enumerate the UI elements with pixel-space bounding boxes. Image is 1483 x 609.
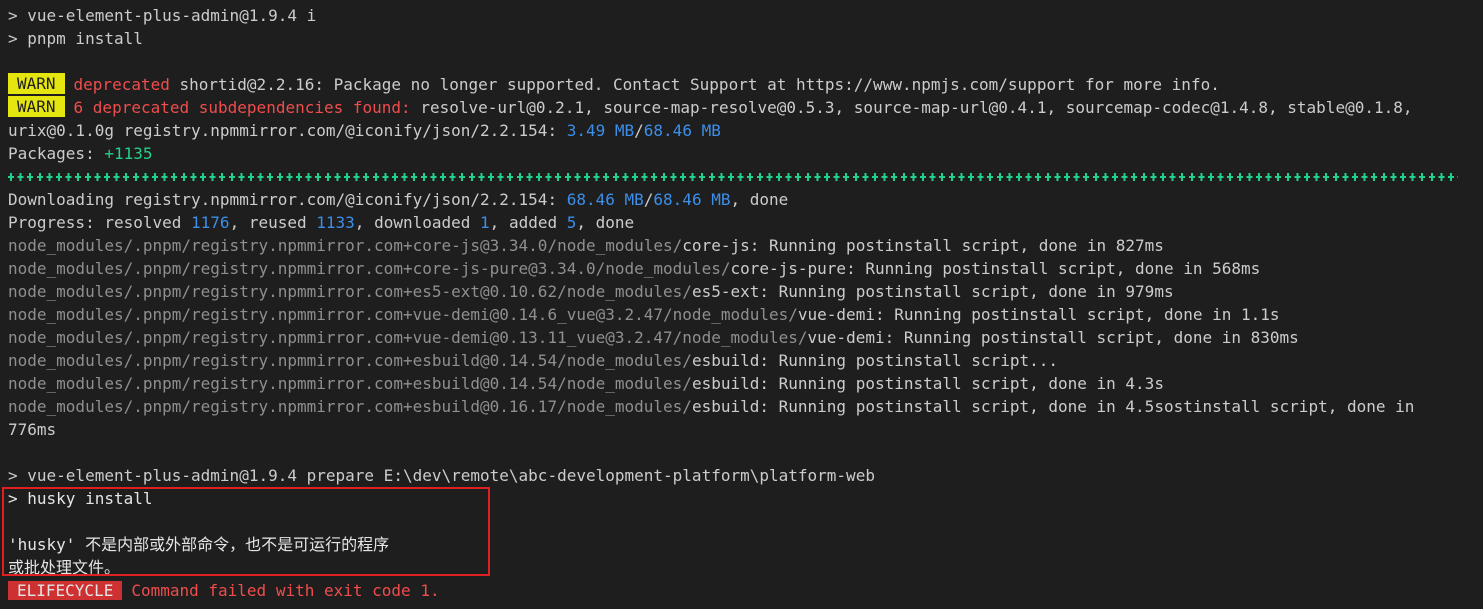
postinstall-line: node_modules/.pnpm/registry.npmmirror.co… (8, 257, 1260, 280)
postinstall-line: node_modules/.pnpm/registry.npmmirror.co… (8, 372, 1164, 395)
downloading-line: Downloading registry.npmmirror.com/@icon… (8, 188, 788, 211)
reused-count: 1133 (316, 213, 355, 232)
postinstall-status: esbuild: Running postinstall script, don… (691, 374, 1164, 393)
terminal-output[interactable]: > vue-element-plus-admin@1.9.4 i > pnpm … (0, 0, 1483, 609)
total-size: 68.46 MB (643, 121, 721, 140)
module-path: node_modules/.pnpm/registry.npmmirror.co… (8, 259, 731, 278)
progress-line: Progress: resolved 1176, reused 1133, do… (8, 211, 634, 234)
progress-text: , downloaded (354, 213, 481, 232)
postinstall-line: node_modules/.pnpm/registry.npmmirror.co… (8, 303, 1280, 326)
elifecycle-message: Command failed with exit code 1. (131, 581, 440, 600)
module-path: node_modules/.pnpm/registry.npmmirror.co… (8, 351, 692, 370)
postinstall-line: node_modules/.pnpm/registry.npmmirror.co… (8, 280, 1174, 303)
progress-text: , done (576, 213, 635, 232)
postinstall-line: node_modules/.pnpm/registry.npmmirror.co… (8, 326, 1299, 349)
postinstall-line: node_modules/.pnpm/registry.npmmirror.co… (8, 234, 1164, 257)
packages-count: +1135 (104, 144, 153, 163)
elifecycle-line: ELIFECYCLE Command failed with exit code … (8, 579, 440, 602)
deprecated-label: deprecated (73, 75, 170, 94)
progress-text: , added (489, 213, 567, 232)
postinstall-status: es5-ext: Running postinstall script, don… (691, 282, 1174, 301)
downloading-suffix: , done (730, 190, 789, 209)
elifecycle-badge: ELIFECYCLE (8, 581, 123, 600)
downloading-size: 68.46 MB (566, 190, 644, 209)
progress-text: Progress: resolved (8, 213, 192, 232)
error-highlight-box (2, 487, 490, 576)
module-path: node_modules/.pnpm/registry.npmmirror.co… (8, 236, 683, 255)
module-path: node_modules/.pnpm/registry.npmmirror.co… (8, 328, 808, 347)
postinstall-status: esbuild: Running postinstall script... (691, 351, 1058, 370)
postinstall-status: vue-demi: Running postinstall script, do… (797, 305, 1280, 324)
warn-line-2: WARN 6 deprecated subdependencies found: … (8, 96, 1413, 119)
warn-text-1: shortid@2.2.16: Package no longer suppor… (169, 75, 1220, 94)
subdeps-label: 6 deprecated subdependencies found: (73, 98, 411, 117)
resolved-count: 1176 (191, 213, 230, 232)
module-path: node_modules/.pnpm/registry.npmmirror.co… (8, 397, 692, 416)
packages-label: Packages: (8, 144, 105, 163)
downloaded-count: 1 (480, 213, 490, 232)
warn-badge: WARN (8, 96, 65, 117)
iconify-progress-prefix: urix@0.1.0g registry.npmmirror.com/@icon… (8, 121, 567, 140)
warn-text-2: resolve-url@0.2.1, source-map-resolve@0.… (410, 98, 1413, 117)
postinstall-status: core-js-pure: Running postinstall script… (730, 259, 1261, 278)
command-line-1: > vue-element-plus-admin@1.9.4 i (8, 6, 317, 25)
module-path: node_modules/.pnpm/registry.npmmirror.co… (8, 374, 692, 393)
downloaded-size: 3.49 MB (566, 121, 635, 140)
packages-line: Packages: +1135 (8, 142, 153, 165)
downloading-prefix: Downloading registry.npmmirror.com/@icon… (8, 190, 567, 209)
command-line-2: > pnpm install (8, 29, 143, 48)
size-separator: / (643, 190, 654, 209)
added-count: 5 (566, 213, 577, 232)
downloading-total: 68.46 MB (653, 190, 731, 209)
postinstall-line: node_modules/.pnpm/registry.npmmirror.co… (8, 395, 1414, 418)
postinstall-status: core-js: Running postinstall script, don… (682, 236, 1164, 255)
install-progress-bar (8, 173, 1458, 181)
prepare-command-line: > vue-element-plus-admin@1.9.4 prepare E… (8, 466, 875, 485)
postinstall-status: vue-demi: Running postinstall script, do… (807, 328, 1299, 347)
module-path: node_modules/.pnpm/registry.npmmirror.co… (8, 282, 692, 301)
progress-text: , reused (229, 213, 317, 232)
module-path: node_modules/.pnpm/registry.npmmirror.co… (8, 305, 798, 324)
size-separator: / (634, 121, 644, 140)
warn-badge: WARN (8, 73, 65, 94)
postinstall-line: node_modules/.pnpm/registry.npmmirror.co… (8, 349, 1058, 372)
warn-line-3: urix@0.1.0g registry.npmmirror.com/@icon… (8, 119, 721, 142)
postinstall-status: esbuild: Running postinstall script, don… (691, 397, 1415, 416)
warn-line-1: WARN deprecated shortid@2.2.16: Package n… (8, 73, 1220, 96)
postinstall-wrap-line: 776ms (8, 420, 57, 439)
